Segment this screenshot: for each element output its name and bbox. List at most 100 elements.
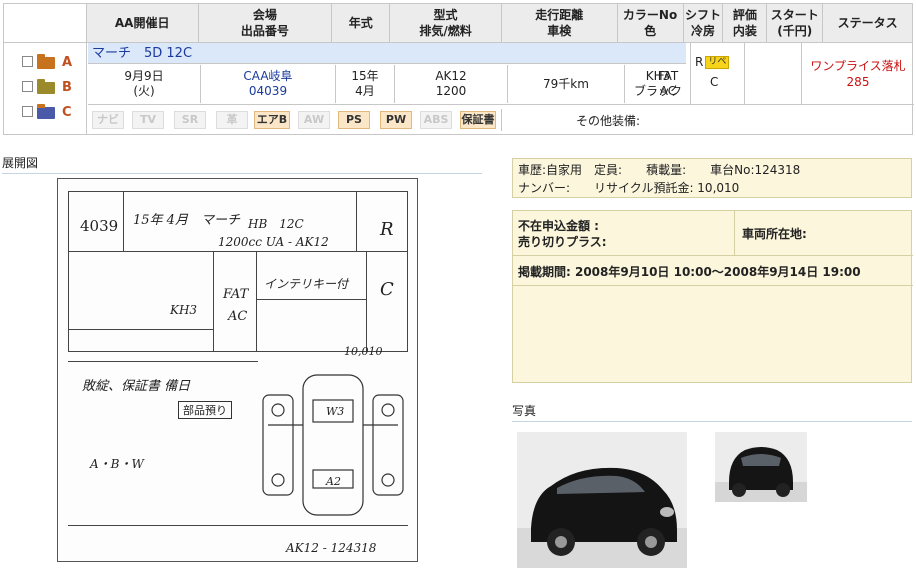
sheet-shift: FAT bbox=[223, 287, 249, 302]
mileage: 79千km bbox=[543, 76, 589, 91]
sheet-grade: HB 12C bbox=[248, 217, 304, 231]
sell-plus-label: 売り切りプラス: bbox=[518, 235, 607, 249]
grade-row: R リペ bbox=[695, 55, 730, 69]
auction-weekday: (火) bbox=[133, 84, 155, 98]
model-year: 15年 bbox=[351, 69, 379, 83]
sheet-chassis: AK12 - 124318 bbox=[286, 541, 377, 555]
header-mileage-label: 走行距離 bbox=[535, 8, 584, 22]
other-equipment-label: その他装備: bbox=[576, 114, 641, 128]
sheet-color: KH3 bbox=[170, 303, 198, 317]
checkbox-c[interactable] bbox=[22, 106, 33, 117]
sheet-mark-w3: W3 bbox=[326, 405, 345, 418]
vehicle-location-label: 車両所在地: bbox=[742, 227, 807, 241]
sheet-sales-points: A・B・W bbox=[90, 457, 144, 471]
model-month: 4月 bbox=[355, 84, 375, 98]
list-letter-b[interactable]: B bbox=[62, 80, 72, 95]
vehicle-history: 車歴:自家用 定員: 積載量: 車台No:124318 bbox=[518, 163, 801, 177]
bid-row: 不在申込金額 : 売り切りプラス: 車両所在地: bbox=[513, 211, 913, 256]
status-price: 285 bbox=[846, 74, 870, 89]
list-letter-a[interactable]: A bbox=[62, 55, 72, 70]
header-interior-label: 内装 bbox=[732, 24, 757, 38]
header-year: 年式 bbox=[332, 4, 391, 42]
header-color-no-label: カラーNo bbox=[622, 8, 678, 22]
header-displacement-label: 排気/燃料 bbox=[419, 24, 472, 38]
status-cell: ワンプライス落札 285 bbox=[801, 43, 914, 104]
header-status: ステータス bbox=[823, 4, 912, 42]
header-lot-label: 出品番号 bbox=[240, 24, 289, 38]
option-warranty: 保証書 bbox=[460, 111, 496, 129]
venue-cell: CAA岐阜 04039 bbox=[201, 65, 335, 103]
option-abs: ABS bbox=[420, 111, 452, 129]
option-sr: SR bbox=[174, 111, 206, 129]
displacement: 1200 bbox=[435, 84, 467, 98]
auction-sheet-image[interactable]: 4039 15年 4月 マーチ HB 12C 1200cc UA - AK12 … bbox=[57, 178, 418, 562]
sheet-model: 1200cc UA - AK12 bbox=[218, 235, 329, 249]
vehicle-title[interactable]: マーチ 5D 12C bbox=[88, 43, 686, 64]
equipment-row: ナビ TV SR 革 エアB AW PS PW ABS 保証書 その他装備: bbox=[88, 104, 914, 134]
car-photo-rear[interactable] bbox=[715, 432, 807, 502]
list-select-column: A B C bbox=[4, 43, 87, 134]
bid-info-box: 不在申込金額 : 売り切りプラス: 車両所在地: 掲載期間: 2008年9月10… bbox=[512, 210, 913, 383]
option-tv: TV bbox=[132, 111, 164, 129]
header-grade: 評価 内装 bbox=[723, 4, 768, 42]
sheet-note: インテリキー付 bbox=[264, 277, 349, 291]
option-aw: AW bbox=[298, 111, 330, 129]
repair-badge: リペ bbox=[705, 55, 730, 69]
shift-type: FAT bbox=[657, 69, 679, 83]
header-grade-label: 評価 bbox=[732, 8, 757, 22]
header-start-label: スタート bbox=[770, 8, 819, 22]
sheet-mark-a2: A2 bbox=[326, 475, 341, 488]
header-year-label: 年式 bbox=[348, 16, 373, 30]
ac-type: AC bbox=[659, 84, 677, 98]
folder-icon-c[interactable] bbox=[37, 104, 55, 119]
grade-cell: R リペ C bbox=[690, 43, 744, 104]
sheet-interior: C bbox=[380, 279, 394, 300]
header-aa-date: AA開催日 bbox=[87, 4, 199, 42]
header-aa-date-label: AA開催日 bbox=[114, 16, 170, 30]
header-venue-label: 会場 bbox=[252, 8, 277, 22]
sheet-parts-box: 部品預り bbox=[178, 401, 232, 419]
divider bbox=[501, 109, 502, 131]
sheet-remarks: 敗綻、保証書 備日 bbox=[82, 379, 191, 394]
status-text: ワンプライス落札 bbox=[810, 58, 906, 73]
folder-icon-a[interactable] bbox=[37, 54, 55, 69]
venue-name[interactable]: CAA岐阜 bbox=[243, 69, 292, 84]
auction-date-cell: 9月9日 (火) bbox=[88, 65, 200, 103]
header-color-label: 色 bbox=[644, 24, 657, 38]
sheet-section-title: 展開図 bbox=[2, 154, 482, 174]
folder-icon-b[interactable] bbox=[37, 79, 55, 94]
listing-period: 掲載期間: 2008年9月10日 10:00〜2008年9月14日 19:00 bbox=[518, 265, 861, 279]
model-code: AK12 bbox=[435, 69, 467, 83]
header-start: スタート (千円) bbox=[767, 4, 824, 42]
auction-date: 9月9日 bbox=[124, 69, 164, 83]
option-airbag: エアB bbox=[254, 111, 290, 129]
car-photo-front[interactable] bbox=[517, 432, 687, 568]
checkbox-a[interactable] bbox=[22, 56, 33, 67]
mileage-cell: 79千km bbox=[508, 65, 624, 103]
model-cell: AK12 1200 bbox=[395, 65, 507, 103]
header-start-unit: (千円) bbox=[777, 24, 813, 38]
sheet-year: 15年 4月 マーチ bbox=[133, 213, 240, 228]
header-shift-label: シフト bbox=[684, 8, 721, 22]
header-shift: シフト 冷房 bbox=[684, 4, 724, 42]
header-blank bbox=[4, 4, 87, 42]
header-ac-label: 冷房 bbox=[690, 24, 715, 38]
car-diagram bbox=[262, 374, 404, 516]
option-pw: PW bbox=[380, 111, 412, 129]
interior-grade: C bbox=[710, 75, 719, 89]
sheet-ac: AC bbox=[228, 309, 248, 324]
list-letter-c[interactable]: C bbox=[62, 105, 72, 120]
photo-title: 写真 bbox=[512, 404, 537, 418]
lot-number[interactable]: 04039 bbox=[249, 84, 287, 99]
header-mileage: 走行距離 車検 bbox=[502, 4, 618, 42]
checkbox-b[interactable] bbox=[22, 81, 33, 92]
sheet-recycle: 10,010 bbox=[344, 345, 383, 358]
car-front-image bbox=[517, 432, 687, 568]
header-status-label: ステータス bbox=[837, 16, 898, 30]
header-venue: 会場 出品番号 bbox=[199, 4, 333, 42]
header-inspection-label: 車検 bbox=[547, 24, 572, 38]
option-ps: PS bbox=[338, 111, 370, 129]
grade-value: R bbox=[695, 55, 704, 69]
start-price-cell bbox=[744, 43, 801, 104]
table-header: AA開催日 会場 出品番号 年式 型式 排気/燃料 走行距離 車検 カラーNo … bbox=[3, 3, 913, 43]
